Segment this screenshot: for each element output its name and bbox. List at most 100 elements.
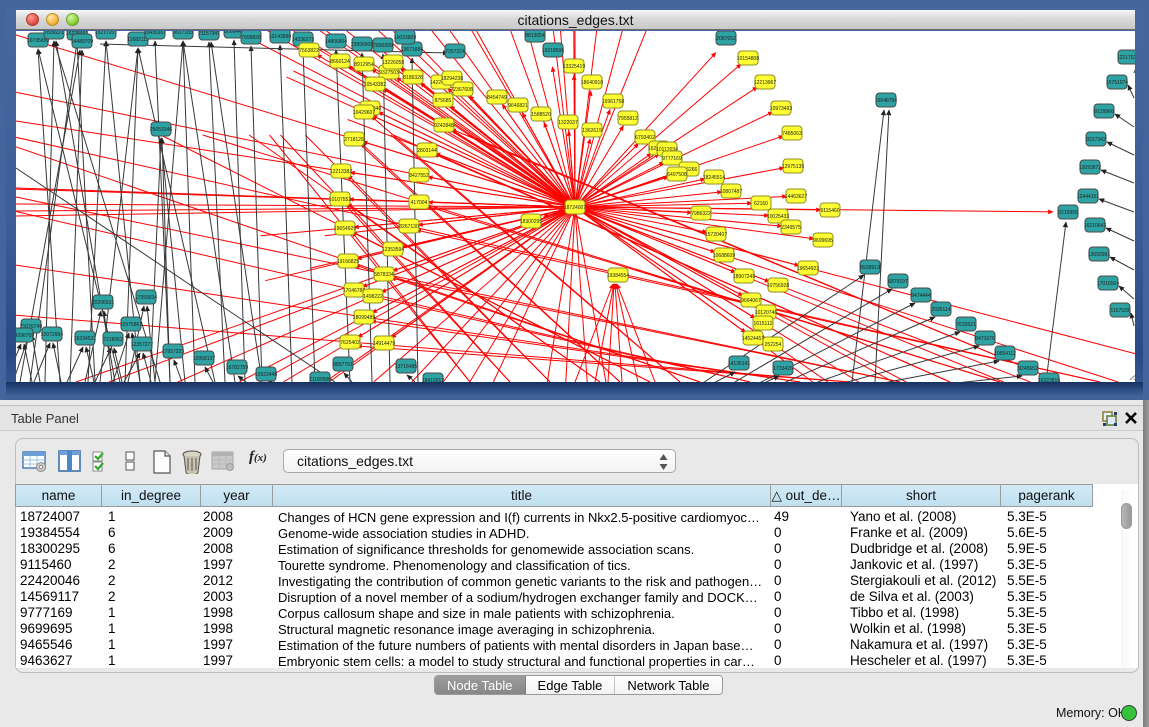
svg-text:9474444: 9474444 [911,293,931,299]
svg-text:7632621: 7632621 [956,322,976,328]
svg-text:417004: 417004 [411,200,428,206]
svg-text:15720407: 15720407 [705,232,727,238]
svg-text:9917183: 9917183 [173,31,193,36]
svg-text:9646821: 9646821 [508,103,528,109]
svg-text:13226058: 13226058 [382,60,404,66]
svg-text:6793402: 6793402 [635,135,655,141]
svg-text:8186328: 8186328 [403,75,423,81]
svg-text:10543382: 10543382 [364,82,386,88]
svg-text:12357277: 12357277 [131,342,153,348]
svg-text:9245652: 9245652 [1018,366,1038,372]
svg-text:2935114: 2935114 [931,307,950,313]
svg-text:7357224: 7357224 [445,49,465,55]
svg-text:10439167: 10439167 [144,31,166,36]
svg-text:1588520: 1588520 [531,112,551,118]
svg-text:1615112: 1615112 [753,321,772,327]
svg-text:1167533: 1167533 [1110,308,1129,314]
svg-text:10120746: 10120746 [755,310,777,316]
svg-text:19654925: 19654925 [334,226,356,232]
svg-text:18300295: 18300295 [520,219,542,225]
svg-text:10973493: 10973493 [770,106,792,112]
svg-text:14396759: 14396759 [16,333,34,339]
svg-text:9857791: 9857791 [333,362,353,368]
svg-text:10756928: 10756928 [767,283,789,289]
svg-text:18640910: 18640910 [581,80,603,86]
svg-text:14914479: 14914479 [373,341,395,347]
svg-text:3215955: 3215955 [1058,210,1078,216]
svg-text:9242848: 9242848 [434,123,454,129]
svg-text:18245514: 18245514 [703,175,725,181]
svg-text:1322037: 1322037 [558,120,578,126]
svg-text:12444151: 12444151 [1077,194,1099,200]
svg-text:252254: 252254 [765,342,782,348]
svg-text:7218062: 7218062 [103,337,123,343]
svg-text:9327503: 9327503 [379,70,399,76]
svg-text:16648784: 16648784 [875,98,897,104]
svg-text:2803144: 2803144 [417,148,437,154]
svg-text:25053346: 25053346 [150,127,172,133]
svg-text:16210643: 16210643 [1084,223,1106,229]
svg-text:12213382: 12213382 [330,169,352,175]
svg-text:1362615: 1362615 [582,128,602,134]
svg-text:5878334: 5878334 [374,272,394,278]
svg-text:8454749: 8454749 [487,95,507,101]
svg-text:9129966: 9129966 [1094,109,1114,115]
svg-text:18907249: 18907249 [733,274,755,280]
svg-text:7999828: 7999828 [241,35,261,41]
svg-text:10143890: 10143890 [269,34,291,40]
svg-text:7890399: 7890399 [373,43,393,49]
svg-text:22072954: 22072954 [41,332,63,338]
svg-text:7485063: 7485063 [782,131,802,137]
svg-text:12217026: 12217026 [1117,55,1135,61]
svg-text:7839221: 7839221 [44,31,64,36]
svg-text:875685: 875685 [435,98,452,104]
svg-text:14463627: 14463627 [785,194,807,200]
svg-text:16961758: 16961758 [602,99,624,105]
svg-text:21157347: 21157347 [198,31,220,37]
svg-text:8660124: 8660124 [330,59,350,65]
svg-text:19384554: 19384554 [607,273,629,279]
svg-text:2349575: 2349575 [781,225,801,231]
svg-text:9684067: 9684067 [741,298,761,304]
svg-text:15217207: 15217207 [95,31,117,36]
svg-text:19166825: 19166825 [337,259,359,265]
svg-text:2367608: 2367608 [453,87,473,93]
svg-text:17359934: 17359934 [135,295,157,301]
svg-text:10107552: 10107552 [329,197,351,203]
svg-text:17016504: 17016504 [1097,281,1119,287]
svg-text:20206531: 20206531 [92,300,114,306]
svg-text:8427552: 8427552 [409,173,429,179]
svg-text:14136141: 14136141 [728,361,750,367]
svg-text:19218506: 19218506 [542,48,564,54]
svg-text:9227342: 9227342 [1086,137,1106,143]
svg-text:10654112: 10654112 [994,351,1016,357]
svg-text:16323815: 16323815 [1038,378,1060,382]
svg-text:12093872: 12093872 [1079,165,1101,171]
svg-text:2718126: 2718126 [344,137,364,143]
svg-text:12353594: 12353594 [382,247,404,253]
svg-text:10154808: 10154808 [737,56,759,62]
svg-text:14336273: 14336273 [292,37,314,43]
svg-text:9777169: 9777169 [662,156,682,162]
svg-text:9115460: 9115460 [820,208,839,214]
svg-text:2087652: 2087652 [716,36,736,42]
svg-text:10025433: 10025433 [767,214,789,220]
svg-text:12213967: 12213967 [754,80,776,86]
svg-text:8813054: 8813054 [525,33,545,39]
svg-text:14489709: 14489709 [71,39,93,45]
svg-text:21180586: 21180586 [309,377,331,382]
svg-text:14524451: 14524451 [742,336,764,342]
svg-text:1733426: 1733426 [773,366,793,372]
svg-text:9699695: 9699695 [813,238,833,244]
svg-text:13692991: 13692991 [1088,252,1110,258]
svg-text:8938913: 8938913 [860,265,880,271]
svg-text:10958137: 10958137 [193,356,215,362]
svg-text:7625402: 7625402 [340,340,360,346]
svg-text:6497508: 6497508 [667,172,687,178]
svg-text:8912954: 8912954 [354,62,374,68]
svg-text:1498222: 1498222 [363,294,383,300]
svg-text:13716485: 13716485 [395,364,417,370]
svg-text:7986322: 7986322 [691,211,711,217]
svg-text:17957223: 17957223 [162,349,184,355]
svg-text:7955812: 7955812 [618,116,638,122]
